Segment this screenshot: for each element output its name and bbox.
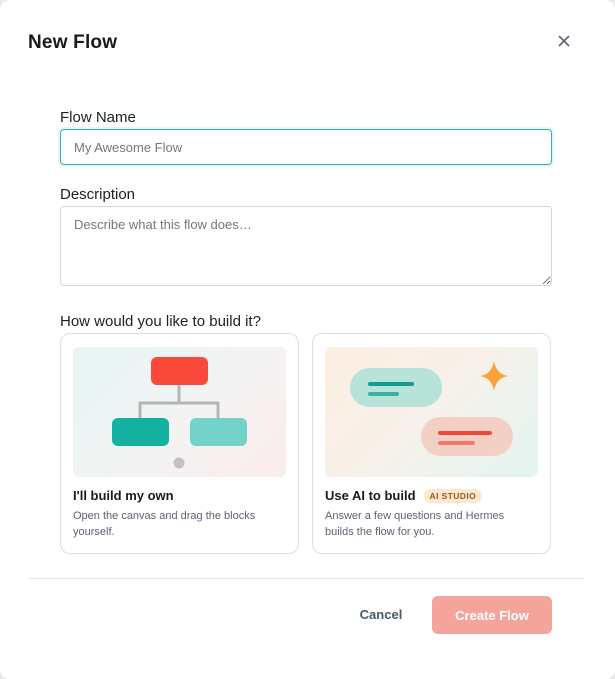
use-ai-option-card[interactable]: Use AI to build AI STUDIO Answer a few q… [312, 333, 551, 554]
ai-studio-badge: AI STUDIO [423, 488, 483, 503]
description-textarea[interactable] [60, 206, 552, 286]
close-icon [558, 35, 570, 47]
build-own-title: I'll build my own [73, 488, 174, 503]
use-ai-title: Use AI to build AI STUDIO [325, 488, 483, 503]
close-button[interactable] [553, 30, 575, 52]
flowchart-icon [112, 357, 247, 469]
ai-illustration [325, 347, 538, 477]
flow-name-label: Flow Name [60, 109, 136, 126]
new-flow-dialog: New Flow Flow Name Description How would… [0, 0, 615, 679]
dialog-title: New Flow [28, 32, 118, 53]
flowchart-illustration [73, 347, 286, 477]
flow-name-input[interactable] [60, 129, 552, 165]
create-flow-button[interactable]: Create Flow [432, 596, 552, 634]
use-ai-title-text: Use AI to build [325, 488, 416, 503]
cancel-button[interactable]: Cancel [346, 596, 416, 632]
description-label: Description [60, 186, 136, 203]
use-ai-description: Answer a few questions and Hermes builds… [325, 510, 505, 538]
build-own-option-card[interactable]: I'll build my own Open the canvas and dr… [60, 333, 299, 554]
build-own-description: Open the canvas and drag the blocks your… [73, 510, 256, 538]
footer-divider [28, 578, 584, 579]
ai-chat-sparkle-icon [350, 361, 513, 456]
build-method-question: How would you like to build it? [60, 313, 261, 330]
build-own-title-text: I'll build my own [73, 488, 174, 503]
